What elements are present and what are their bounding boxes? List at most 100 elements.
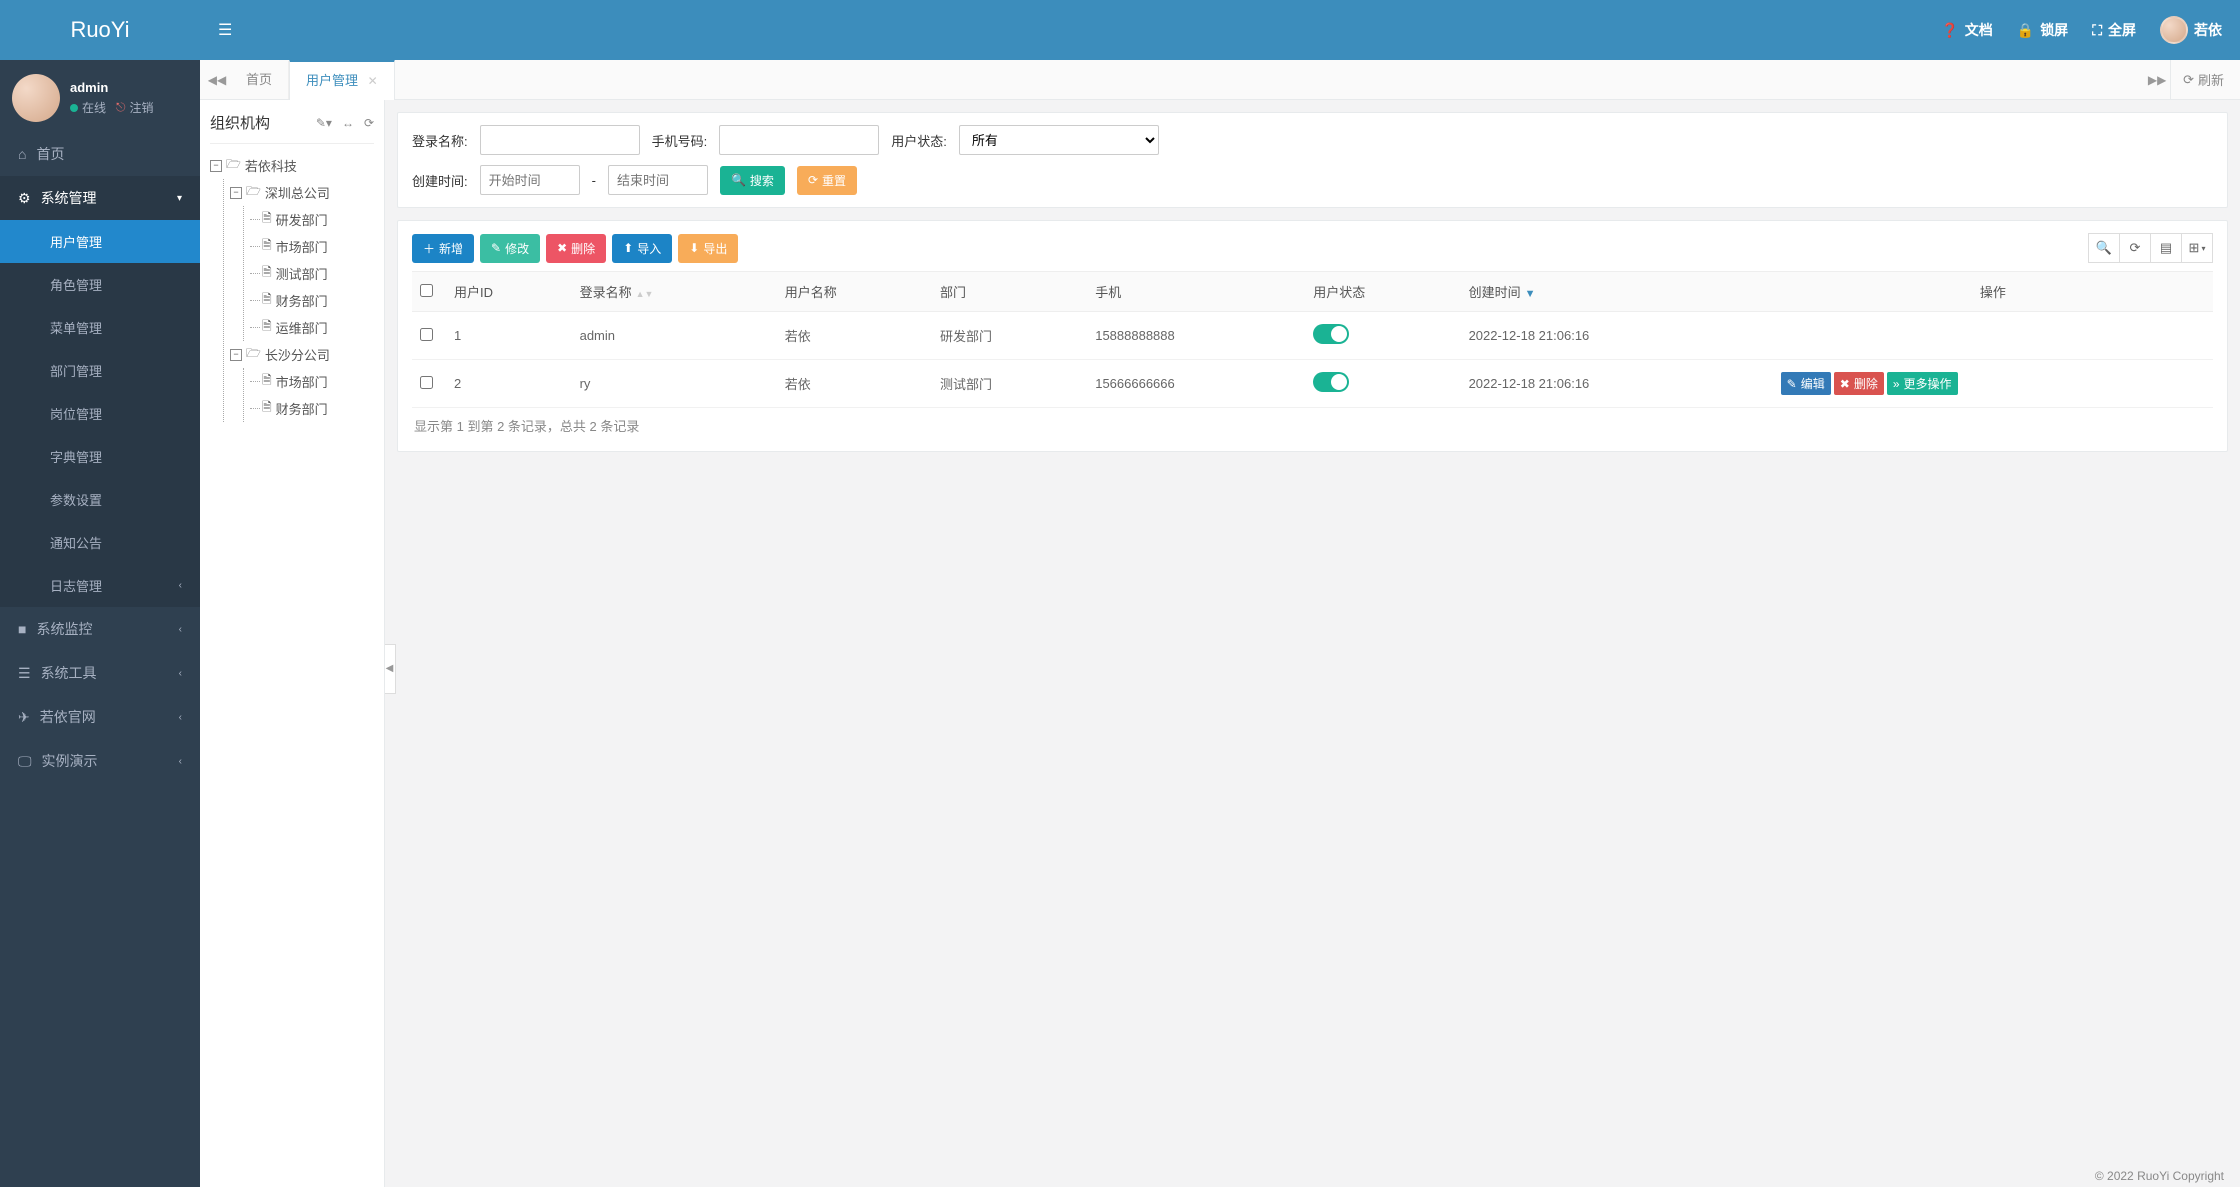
tree-node-test[interactable]: 🗎测试部门	[250, 260, 374, 287]
sidebar-item-tools[interactable]: ☰ 系统工具 ‹	[0, 651, 200, 695]
sidebar-item-site[interactable]: ✈ 若依官网 ‹	[0, 695, 200, 739]
col-phone: 手机	[1087, 272, 1305, 312]
sidebar-username: admin	[70, 80, 154, 95]
fullscreen-link[interactable]: ⛶ 全屏	[2092, 20, 2136, 40]
user-panel: admin 在线 ⎋ 注销	[0, 60, 200, 132]
tree-toggle-icon[interactable]: −	[230, 349, 242, 361]
phone-input[interactable]	[719, 125, 879, 155]
tree-refresh-icon[interactable]: ⟳	[364, 116, 374, 130]
date-sep: -	[592, 173, 596, 188]
row-delete-button[interactable]: ✖删除	[1834, 372, 1884, 395]
sidebar-item-dict-mgmt[interactable]: 字典管理	[0, 435, 200, 478]
home-icon: ⌂	[18, 146, 26, 162]
tree-toggle-icon[interactable]: −	[230, 187, 242, 199]
refresh-icon: ⟳	[808, 173, 818, 187]
sort-desc-icon[interactable]: ▼	[1525, 288, 1536, 300]
tree-node-ops[interactable]: 🗎运维部门	[250, 314, 374, 341]
row-checkbox[interactable]	[420, 376, 433, 389]
folder-open-icon: 🗁	[246, 344, 261, 365]
sidebar-item-log[interactable]: 日志管理 ‹	[0, 564, 200, 607]
tree-node-market[interactable]: 🗎市场部门	[250, 233, 374, 260]
select-all-checkbox[interactable]	[420, 284, 433, 297]
lock-link[interactable]: 🔒 锁屏	[2017, 20, 2068, 40]
chevron-left-icon: ‹	[179, 580, 182, 591]
row-edit-button[interactable]: ✎编辑	[1781, 372, 1831, 395]
sidebar-item-role-mgmt[interactable]: 角色管理	[0, 263, 200, 306]
chevron-left-icon: ‹	[179, 712, 182, 723]
edit-button[interactable]: ✎修改	[480, 234, 540, 263]
sidebar-item-menu-mgmt[interactable]: 菜单管理	[0, 306, 200, 349]
delete-button[interactable]: ✖删除	[546, 234, 606, 263]
status-switch[interactable]	[1313, 324, 1349, 344]
end-time-input[interactable]	[608, 165, 708, 195]
logout-icon[interactable]: ⎋	[116, 100, 126, 115]
cell-id: 1	[446, 312, 572, 360]
sort-icon[interactable]: ▲▼	[636, 291, 654, 298]
col-actions: 操作	[1773, 272, 2213, 312]
tab-user-mgmt[interactable]: 用户管理 ✕	[289, 60, 395, 100]
docs-link[interactable]: ❓ 文档	[1941, 20, 1992, 40]
tree-node-shenzhen[interactable]: − 🗁 深圳总公司	[230, 179, 374, 206]
tree-edit-icon[interactable]: ✎▾	[316, 116, 332, 130]
reset-button[interactable]: ⟳ 重置	[797, 166, 857, 195]
tree-node-changsha[interactable]: − 🗁 长沙分公司	[230, 341, 374, 368]
login-name-input[interactable]	[480, 125, 640, 155]
search-button[interactable]: 🔍 搜索	[720, 166, 785, 195]
tab-home[interactable]: 首页	[230, 61, 289, 99]
tree-collapse-handle[interactable]: ◀	[385, 644, 396, 694]
tree-collapse-icon[interactable]: ↔	[342, 116, 354, 130]
footer-copyright: © 2022 RuoYi Copyright	[2095, 1169, 2224, 1183]
tree-node-cs-finance[interactable]: 🗎财务部门	[250, 395, 374, 422]
search-panel: 登录名称: 手机号码: 用户状态: 所有 创建时间: -	[397, 112, 2228, 208]
close-icon[interactable]: ✕	[368, 74, 378, 88]
row-more-button[interactable]: »更多操作	[1887, 372, 1958, 395]
table-columns-icon[interactable]: ▤	[2150, 233, 2182, 263]
tabs-next-button[interactable]: ▶▶	[2144, 60, 2170, 100]
docs-label: 文档	[1965, 20, 1993, 40]
tree-node-finance[interactable]: 🗎财务部门	[250, 287, 374, 314]
sidebar-item-post-mgmt[interactable]: 岗位管理	[0, 392, 200, 435]
sidebar-item-notice[interactable]: 通知公告	[0, 521, 200, 564]
tree-node-cs-market[interactable]: 🗎市场部门	[250, 368, 374, 395]
export-button[interactable]: ⬇导出	[678, 234, 738, 263]
sidebar-toggle-icon[interactable]: ☰	[218, 20, 232, 40]
page-content: ◀ 登录名称: 手机号码: 用户状态: 所有 创建时间:	[385, 100, 2240, 1187]
sidebar-item-demo[interactable]: 🖵 实例演示 ‹	[0, 739, 200, 783]
start-time-input[interactable]	[480, 165, 580, 195]
lock-icon: 🔒	[2017, 22, 2034, 39]
col-user-id: 用户ID	[446, 272, 572, 312]
sidebar-item-system[interactable]: ⚙ 系统管理 ▾	[0, 176, 200, 220]
cell-id: 2	[446, 360, 572, 408]
row-checkbox[interactable]	[420, 328, 433, 341]
table-grid-icon[interactable]: ⊞▾	[2181, 233, 2213, 263]
user-menu[interactable]: 若依	[2160, 16, 2222, 44]
table-refresh-icon[interactable]: ⟳	[2119, 233, 2151, 263]
import-button[interactable]: ⬆导入	[612, 234, 672, 263]
col-create-time: 创建时间▼	[1461, 272, 1773, 312]
tabs-prev-button[interactable]: ◀◀	[204, 60, 230, 100]
add-button[interactable]: ＋新增	[412, 234, 474, 263]
cell-name: 若依	[777, 312, 932, 360]
sidebar-item-param[interactable]: 参数设置	[0, 478, 200, 521]
table-search-icon[interactable]: 🔍	[2088, 233, 2120, 263]
chevron-left-icon: ‹	[179, 624, 182, 635]
sidebar-item-user-mgmt[interactable]: 用户管理	[0, 220, 200, 263]
tree-toggle-icon[interactable]: −	[210, 160, 222, 172]
sidebar-item-monitor[interactable]: ■ 系统监控 ‹	[0, 607, 200, 651]
status-switch[interactable]	[1313, 372, 1349, 392]
table-row[interactable]: 2ry若依测试部门156666666662022-12-18 21:06:16✎…	[412, 360, 2213, 408]
sidebar-item-home[interactable]: ⌂ 首页	[0, 132, 200, 176]
table-row[interactable]: 1admin若依研发部门158888888882022-12-18 21:06:…	[412, 312, 2213, 360]
org-tree-panel: 组织机构 ✎▾ ↔ ⟳ − 🗁 若依科技 −	[200, 100, 385, 1187]
refresh-button[interactable]: ⟳ 刷新	[2170, 60, 2236, 100]
avatar-large	[12, 74, 60, 122]
phone-label: 手机号码:	[652, 131, 708, 150]
logout-link[interactable]: 注销	[130, 99, 154, 116]
sidebar-item-dept-mgmt[interactable]: 部门管理	[0, 349, 200, 392]
status-select[interactable]: 所有	[959, 125, 1159, 155]
cell-create-time: 2022-12-18 21:06:16	[1461, 312, 1773, 360]
tree-node-rd[interactable]: 🗎研发部门	[250, 206, 374, 233]
send-icon: ✈	[18, 709, 30, 726]
cell-name: 若依	[777, 360, 932, 408]
tree-node-root[interactable]: − 🗁 若依科技	[210, 152, 374, 179]
